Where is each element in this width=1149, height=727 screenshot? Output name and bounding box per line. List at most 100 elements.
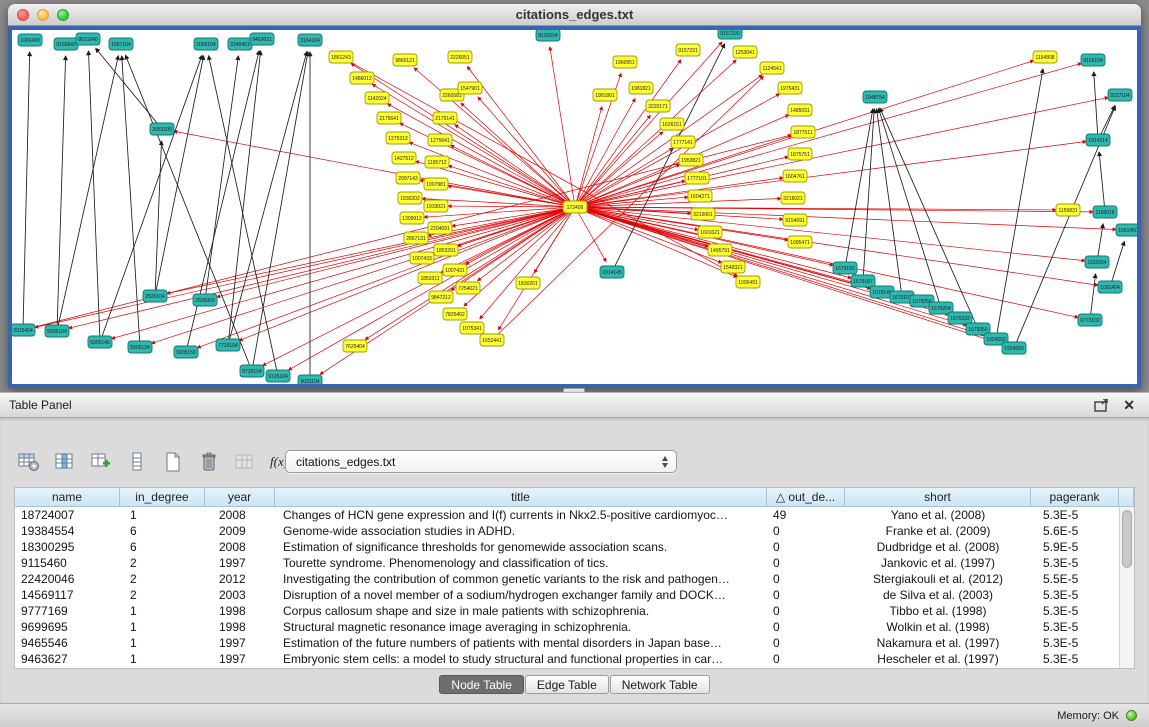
graph-edge[interactable]: [167, 207, 575, 294]
graph-edge[interactable]: [174, 131, 575, 207]
cell-short[interactable]: de Silva et al. (2003): [845, 587, 1031, 603]
cell-out_degree[interactable]: 0: [767, 619, 845, 635]
graph-node[interactable]: 9315404: [12, 324, 35, 336]
table-row[interactable]: 969969511998Structural magnetic resonanc…: [15, 619, 1134, 635]
graph-node[interactable]: 1652441: [480, 334, 504, 346]
graph-node[interactable]: 1666400: [18, 34, 42, 46]
cell-title[interactable]: Genome-wide association studies in ADHD.: [275, 523, 767, 539]
graph-node[interactable]: 1933021: [424, 200, 448, 212]
cell-name[interactable]: 14569117: [15, 587, 120, 603]
table-row[interactable]: 1938455462009Genome-wide association stu…: [15, 523, 1134, 539]
cell-name[interactable]: 9465546: [15, 635, 120, 651]
graph-node[interactable]: 3216021: [781, 192, 805, 204]
graph-node[interactable]: 1875751: [788, 148, 812, 160]
graph-node[interactable]: 1154808: [1033, 51, 1057, 63]
graph-edge[interactable]: [205, 56, 238, 300]
graph-edge[interactable]: [1090, 274, 1096, 320]
column-header-spacer[interactable]: [1119, 488, 1134, 507]
graph-node[interactable]: 1007433: [410, 252, 434, 264]
cell-in_degree[interactable]: 1: [120, 507, 205, 523]
cell-title[interactable]: Estimation of the future numbers of pati…: [275, 635, 767, 651]
cell-pagerank[interactable]: 5.3E-5: [1031, 635, 1119, 651]
graph-node[interactable]: 1777101: [685, 172, 709, 184]
graph-node[interactable]: 1091450: [1116, 224, 1137, 236]
column-header-title[interactable]: title: [275, 488, 767, 507]
cell-out_degree[interactable]: 0: [767, 587, 845, 603]
table-row[interactable]: 911546021997Tourette syndrome. Phenomeno…: [15, 555, 1134, 571]
cell-title[interactable]: Corpus callosum shape and size in male p…: [275, 603, 767, 619]
graph-edge[interactable]: [125, 55, 252, 371]
graph-edge[interactable]: [155, 56, 204, 296]
graph-edge[interactable]: [341, 57, 737, 276]
column-header-year[interactable]: year: [205, 488, 275, 507]
graph-node[interactable]: 1626151: [660, 118, 684, 130]
graph-node[interactable]: 9150640: [54, 38, 78, 50]
graph-node[interactable]: 9726104: [266, 370, 290, 382]
column-header-name[interactable]: name: [15, 488, 120, 507]
cell-in_degree[interactable]: 1: [120, 619, 205, 635]
cell-short[interactable]: Jankovic et al. (1997): [845, 555, 1031, 571]
graph-node[interactable]: 9156104: [1081, 54, 1105, 66]
graph-node[interactable]: 1124541: [760, 62, 784, 74]
graph-node[interactable]: 1427512: [392, 152, 416, 164]
graph-node[interactable]: 7625404: [343, 340, 367, 352]
table-scrollbar-thumb[interactable]: [1122, 510, 1132, 568]
cell-title[interactable]: Embryonic stem cells: a model to study s…: [275, 651, 767, 667]
graph-edge[interactable]: [69, 207, 575, 328]
graph-node[interactable]: 1007431: [443, 264, 467, 276]
graph-edge[interactable]: [1099, 152, 1105, 212]
graph-node[interactable]: 1549321: [721, 261, 745, 273]
graph-node[interactable]: 1159831: [1056, 204, 1080, 216]
cell-year[interactable]: 2008: [205, 507, 275, 523]
graph-node[interactable]: 1604271: [688, 190, 712, 202]
graph-node[interactable]: 2240461: [228, 38, 252, 50]
graph-edge[interactable]: [480, 207, 575, 319]
cell-short[interactable]: Nakamura et al. (1997): [845, 635, 1031, 651]
graph-node[interactable]: 1142024: [365, 92, 389, 104]
cell-pagerank[interactable]: 5.3E-5: [1031, 619, 1119, 635]
cell-pagerank[interactable]: 5.9E-5: [1031, 539, 1119, 555]
cell-year[interactable]: 1997: [205, 651, 275, 667]
cell-name[interactable]: 19384554: [15, 523, 120, 539]
graph-node[interactable]: 9860121: [393, 54, 417, 66]
graph-node[interactable]: 1679187: [851, 275, 875, 287]
cell-out_degree[interactable]: 0: [767, 523, 845, 539]
cell-in_degree[interactable]: 1: [120, 651, 205, 667]
graph-edge[interactable]: [1094, 72, 1098, 140]
cell-in_degree[interactable]: 1: [120, 635, 205, 651]
graph-edge[interactable]: [35, 207, 575, 327]
graph-node[interactable]: 3220171: [646, 100, 670, 112]
graph-edge[interactable]: [575, 94, 780, 207]
graph-node[interactable]: 8726104: [240, 365, 264, 377]
graph-node[interactable]: 6773102: [1078, 314, 1102, 326]
cell-pagerank[interactable]: 5.5E-5: [1031, 571, 1119, 587]
graph-edge[interactable]: [575, 60, 736, 207]
graph-node[interactable]: 2526104: [143, 290, 167, 302]
graph-edge[interactable]: [239, 207, 575, 341]
delete-column-icon[interactable]: [232, 449, 258, 475]
graph-node[interactable]: 2056104: [194, 38, 218, 50]
cell-in_degree[interactable]: 6: [120, 539, 205, 555]
graph-node[interactable]: 1777141: [671, 136, 695, 148]
graph-edge[interactable]: [575, 207, 1003, 344]
cell-short[interactable]: Wolkin et al. (1998): [845, 619, 1031, 635]
cell-title[interactable]: Investigating the contribution of common…: [275, 571, 767, 587]
graph-node[interactable]: 1948754: [863, 91, 887, 103]
graph-node[interactable]: 1679332: [948, 312, 972, 324]
graph-edge[interactable]: [575, 207, 1085, 261]
graph-node[interactable]: 1486012: [350, 72, 374, 84]
graph-edge[interactable]: [23, 52, 30, 330]
cell-in_degree[interactable]: 2: [120, 571, 205, 587]
graph-node[interactable]: 1275312: [386, 132, 410, 144]
cell-out_degree[interactable]: 0: [767, 603, 845, 619]
graph-node[interactable]: 172409: [563, 201, 587, 213]
minimize-window-button[interactable]: [37, 9, 49, 21]
graph-node[interactable]: 5905134: [128, 341, 152, 353]
graph-node[interactable]: 1007981: [424, 178, 448, 190]
graph-node[interactable]: 9227104: [1108, 89, 1132, 101]
graph-edge[interactable]: [252, 52, 308, 371]
graph-node[interactable]: 1853291: [434, 244, 458, 256]
graph-edge[interactable]: [57, 56, 118, 331]
graph-edge[interactable]: [1110, 241, 1124, 287]
graph-edge[interactable]: [996, 69, 1043, 339]
